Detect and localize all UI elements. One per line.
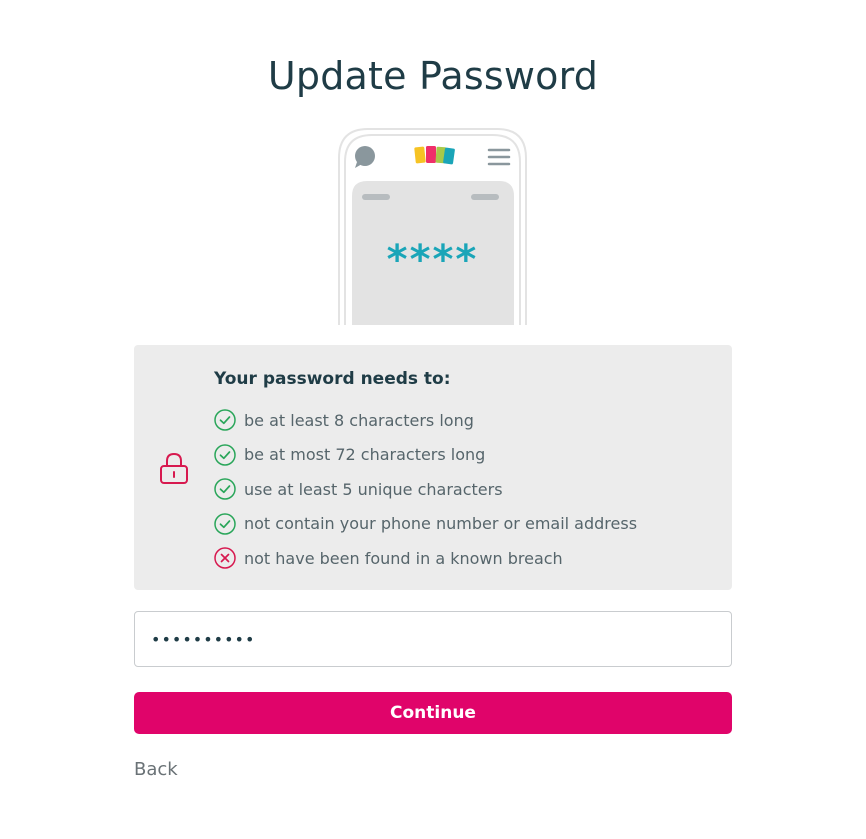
requirement-text: be at most 72 characters long [244, 445, 486, 465]
requirement-text: not contain your phone number or email a… [244, 514, 638, 534]
page-title: Update Password [267, 54, 599, 98]
back-link[interactable]: Back [134, 759, 178, 780]
requirement-item: use at least 5 unique characters [214, 472, 637, 507]
requirement-item: not contain your phone number or email a… [214, 507, 637, 542]
lock-icon [160, 452, 188, 484]
masked-password-illustration: **** [386, 237, 479, 283]
check-circle-icon [214, 478, 236, 500]
requirement-item: be at least 8 characters long [214, 403, 637, 438]
requirements-title: Your password needs to: [214, 369, 451, 389]
update-password-page: Update Password **** Your password needs… [0, 0, 866, 839]
check-circle-icon [214, 513, 236, 535]
requirement-text: not have been found in a known breach [244, 548, 563, 568]
password-input[interactable] [134, 611, 732, 667]
phone-illustration: **** [338, 128, 527, 325]
requirement-item: be at most 72 characters long [214, 438, 637, 473]
requirement-text: use at least 5 unique characters [244, 479, 503, 499]
check-circle-icon [214, 409, 236, 431]
requirement-text: be at least 8 characters long [244, 410, 474, 430]
continue-button[interactable]: Continue [134, 692, 732, 734]
requirements-list: be at least 8 characters long be at most… [214, 403, 637, 576]
password-requirements-panel: Your password needs to: be at least 8 ch… [134, 345, 732, 590]
check-circle-icon [214, 444, 236, 466]
x-circle-icon [214, 547, 236, 569]
requirement-item: not have been found in a known breach [214, 541, 637, 576]
logo-icon [414, 146, 455, 165]
